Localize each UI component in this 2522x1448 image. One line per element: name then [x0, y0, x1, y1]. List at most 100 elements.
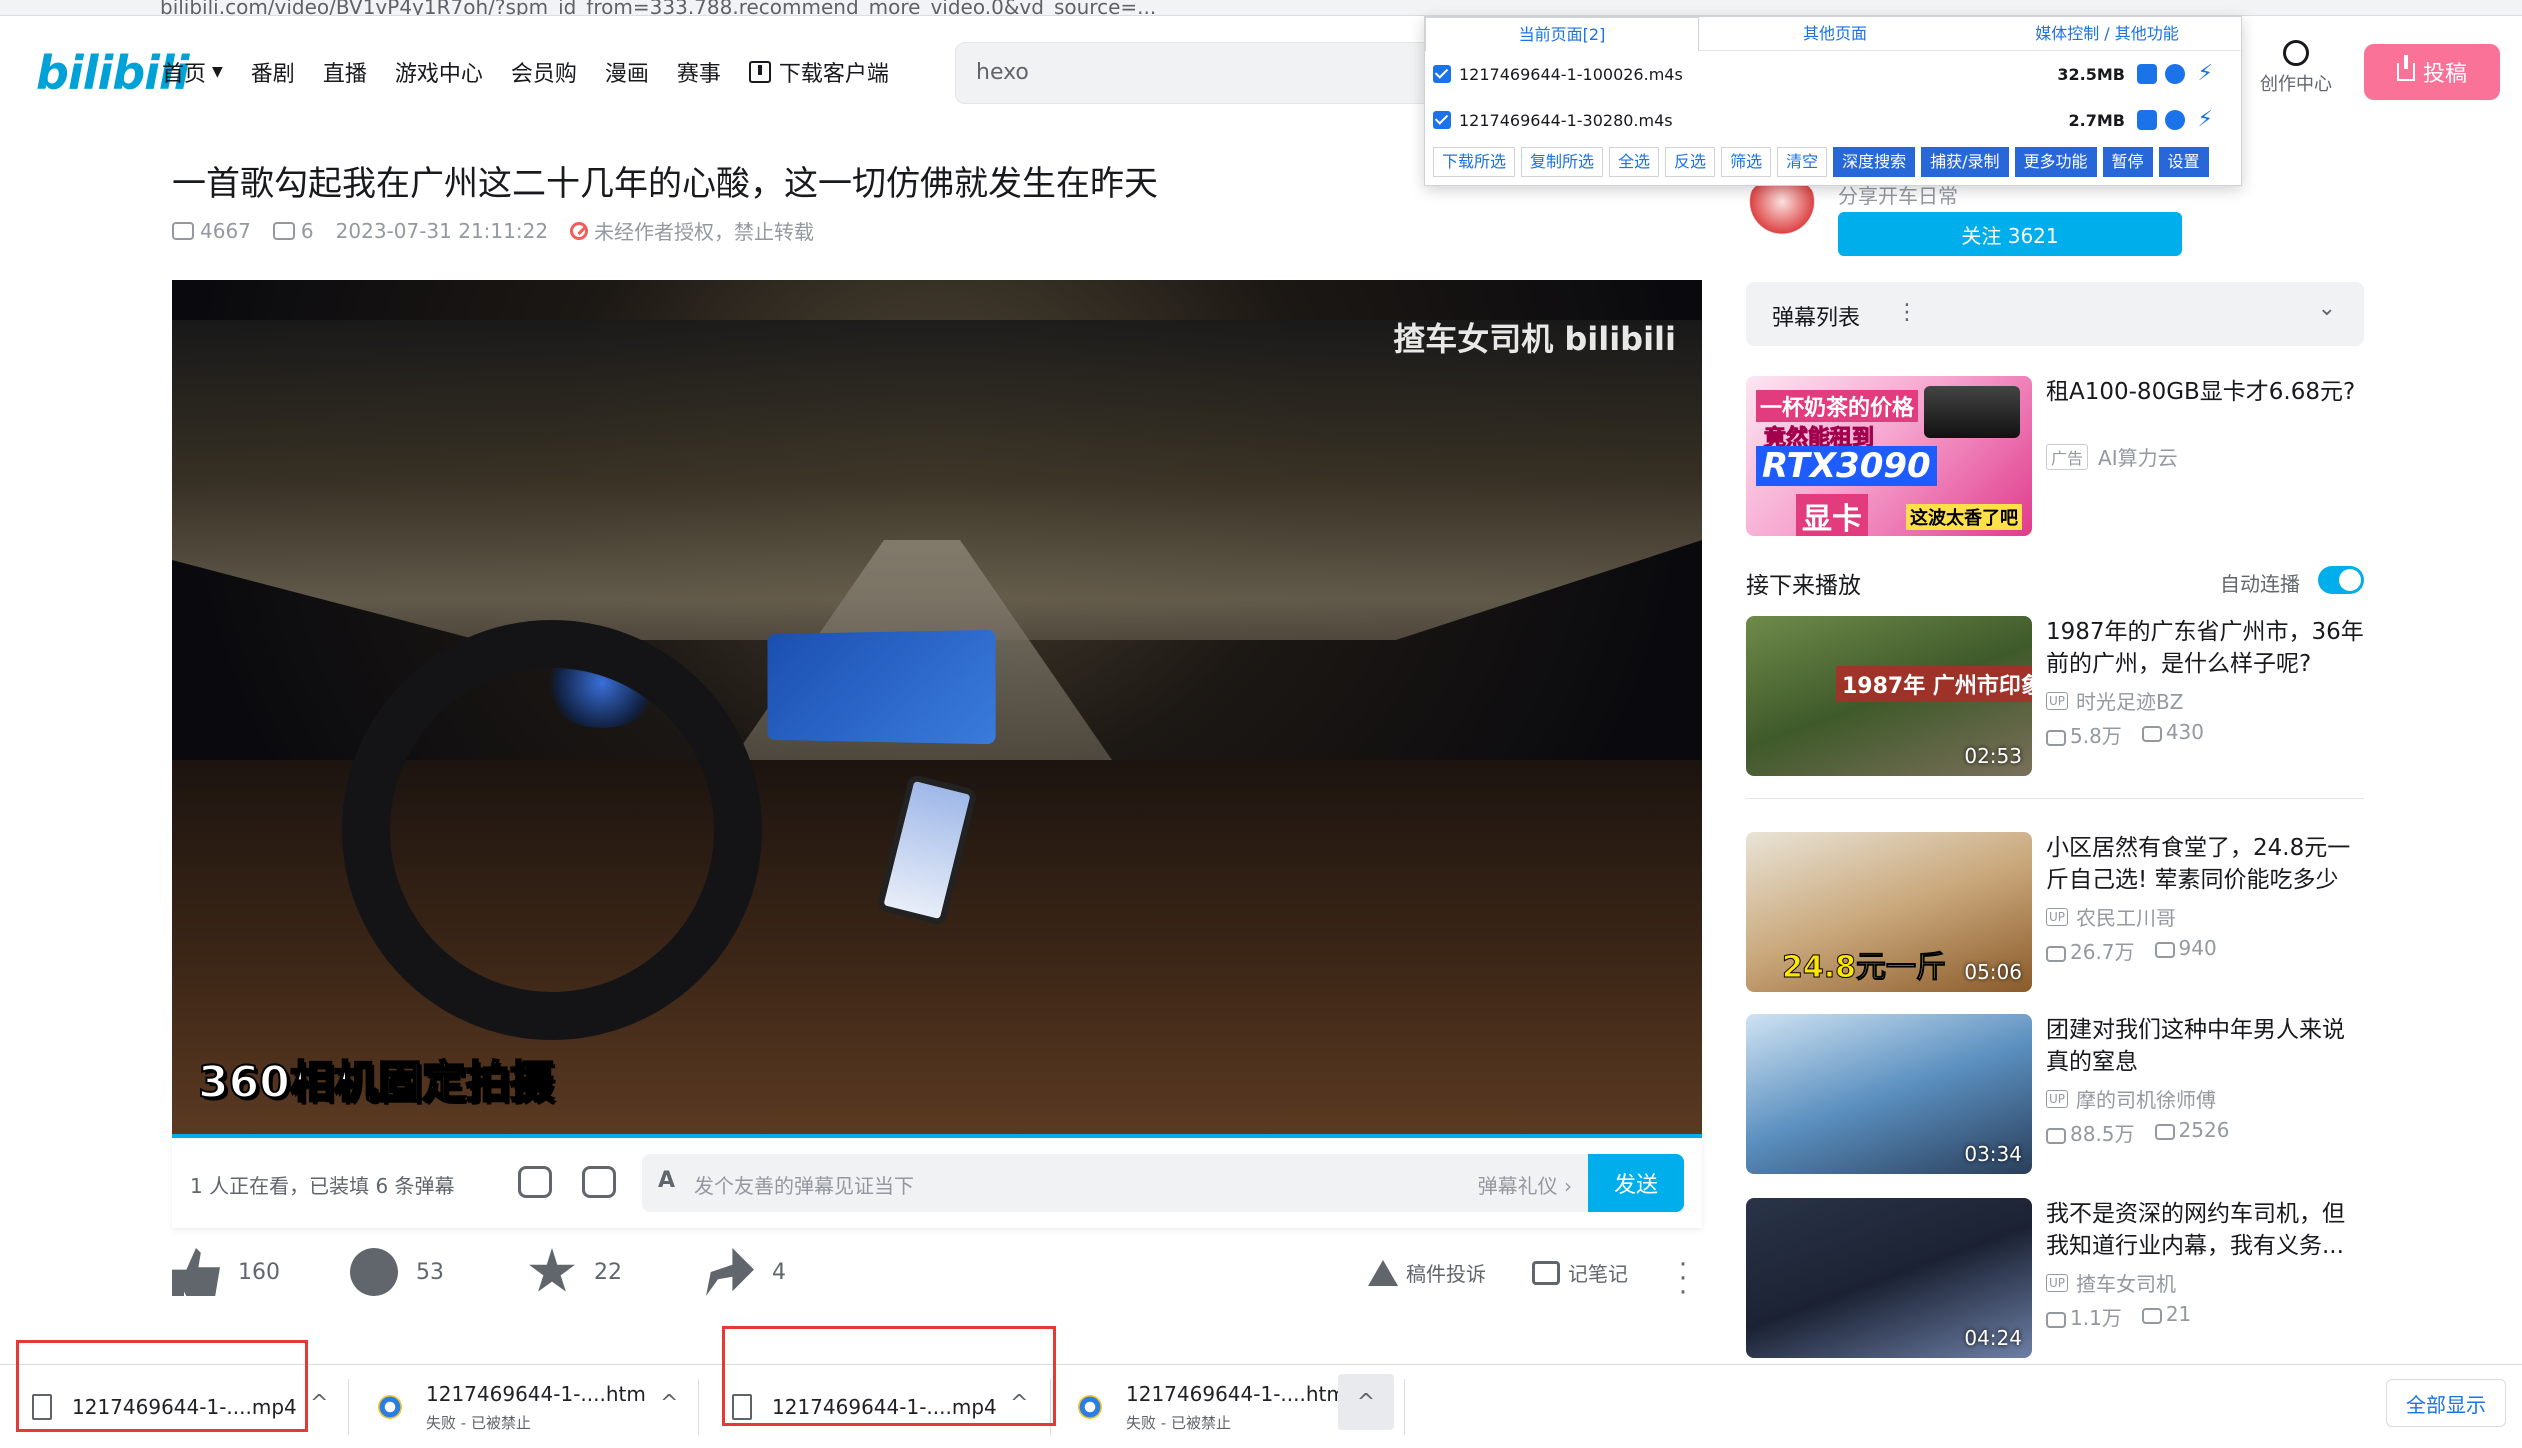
deep-search-button[interactable]: 深度搜索 — [1833, 147, 1916, 177]
copy-icon[interactable] — [2137, 110, 2157, 130]
autoplay-toggle[interactable] — [2318, 566, 2364, 594]
nav-manga[interactable]: 漫画 — [605, 56, 649, 88]
ad-title[interactable]: 租A100-80GB显卡才6.68元? — [2046, 376, 2364, 408]
chevron-up-icon[interactable]: ^ — [310, 1391, 328, 1416]
nav-game-center[interactable]: 游戏中心 — [395, 56, 483, 88]
upload-button[interactable]: 投稿 — [2364, 44, 2500, 100]
report-button[interactable]: 稿件投诉 — [1368, 1258, 1486, 1287]
video-thumbnail[interactable]: 04:24 — [1746, 1198, 2032, 1358]
like-button[interactable]: 160 — [172, 1248, 280, 1296]
ad-tag: 广告 — [2046, 443, 2089, 470]
download-shelf: 1217469644-1-....mp4 ^ 1217469644-1-....… — [0, 1364, 2522, 1448]
star-icon — [528, 1248, 576, 1292]
download-bolt-icon[interactable]: ⚡ — [2198, 109, 2213, 131]
nav-live[interactable]: 直播 — [323, 56, 367, 88]
download-status: 失败 - 已被禁止 — [1126, 1413, 1231, 1432]
show-all-downloads-button[interactable]: 全部显示 — [2386, 1379, 2506, 1427]
video-title[interactable]: 小区居然有食堂了，24.8元一斤自己选! 荤素同价能吃多少 — [2046, 832, 2364, 896]
danmaku-list-panel[interactable]: 弹幕列表 ⋮ ⌄ — [1746, 282, 2364, 346]
copy-icon[interactable] — [2137, 64, 2157, 84]
ad-source: AI算力云 — [2098, 446, 2178, 470]
video-title[interactable]: 我不是资深的网约车司机，但我知道行业内幕，我有义务... — [2046, 1198, 2364, 1262]
view-stat-value: 5.8万 — [2070, 724, 2122, 748]
danmaku-stat: 430 — [2141, 720, 2204, 749]
danmaku-toggle-icon[interactable] — [518, 1166, 552, 1198]
owner[interactable]: UP 农民工川哥 — [2046, 902, 2176, 931]
chevron-down-icon[interactable]: ⌄ — [2318, 296, 2336, 321]
chevron-up-icon[interactable]: ^ — [660, 1391, 678, 1416]
list-item[interactable]: 24.8元一斤 05:06 小区居然有食堂了，24.8元一斤自己选! 荤素同价能… — [1746, 832, 2364, 992]
owner[interactable]: UP 摩的司机徐师傅 — [2046, 1084, 2216, 1113]
coin-button[interactable]: 53 — [350, 1248, 444, 1296]
autoplay-label: 自动连播 — [2220, 572, 2300, 596]
tab-current-page[interactable]: 当前页面[2] — [1425, 17, 1699, 51]
nav-anime[interactable]: 番剧 — [251, 56, 295, 88]
more-features-button[interactable]: 更多功能 — [2014, 147, 2097, 177]
chevron-up-icon[interactable]: ^ — [1338, 1374, 1394, 1430]
filter-button[interactable]: 筛选 — [1721, 147, 1772, 177]
nav-mall[interactable]: 会员购 — [511, 56, 577, 88]
video-player[interactable]: 揸车女司机 bilibili 360相机固定拍摄 — [172, 280, 1702, 1138]
select-all-button[interactable]: 全选 — [1609, 147, 1660, 177]
font-style-icon[interactable]: A — [658, 1168, 675, 1193]
play-count-icon — [2046, 945, 2066, 962]
more-options-icon[interactable]: ⋮ — [1896, 300, 1918, 325]
video-thumbnail[interactable]: 1987年 广州市印象 02:53 — [1746, 616, 2032, 776]
play-count-icon — [2046, 729, 2066, 746]
list-item[interactable]: 1987年 广州市印象 02:53 1987年的广东省广州市，36年前的广州，是… — [1746, 616, 2364, 776]
play-icon[interactable] — [2165, 64, 2185, 84]
video-thumbnail[interactable]: 24.8元一斤 05:06 — [1746, 832, 2032, 992]
address-bar[interactable]: bilibili.com/video/BV1vP4y1R7oh/?spm_id_… — [160, 0, 1156, 15]
warning-icon — [1368, 1259, 1398, 1286]
send-danmaku-button[interactable]: 发送 — [1588, 1154, 1684, 1212]
tab-media-control[interactable]: 媒体控制 / 其他功能 — [1971, 17, 2243, 51]
video-thumbnail[interactable]: 03:34 — [1746, 1014, 2032, 1174]
settings-button[interactable]: 设置 — [2158, 147, 2209, 177]
invert-selection-button[interactable]: 反选 — [1665, 147, 1716, 177]
pause-button[interactable]: 暂停 — [2102, 147, 2153, 177]
file-size: 32.5MB — [2057, 64, 2125, 84]
danmaku-etiquette-link[interactable]: 弹幕礼仪 › — [1478, 1170, 1572, 1199]
copy-selected-button[interactable]: 复制所选 — [1521, 147, 1604, 177]
ie-file-icon — [1078, 1395, 1102, 1419]
danmaku-settings-icon[interactable] — [582, 1166, 616, 1198]
ad-thumb-text: 显卡 — [1796, 494, 1868, 536]
nav-home[interactable]: 首页 ▼ — [162, 56, 223, 88]
search-input[interactable]: hexo — [955, 42, 1435, 104]
more-options-icon[interactable]: · · · — [1678, 1252, 1688, 1306]
duration: 04:24 — [1964, 1326, 2022, 1350]
owner[interactable]: UP 时光足迹BZ — [2046, 686, 2183, 715]
share-button[interactable]: 4 — [706, 1248, 786, 1296]
play-icon[interactable] — [2165, 110, 2185, 130]
creator-center[interactable]: 创作中心 — [2256, 40, 2336, 96]
download-bolt-icon[interactable]: ⚡ — [2198, 63, 2213, 85]
download-item[interactable]: 1217469644-1-....htm 失败 - 已被禁止 — [1078, 1365, 1346, 1448]
download-selected-button[interactable]: 下载所选 — [1433, 147, 1516, 177]
video-title[interactable]: 团建对我们这种中年男人来说真的窒息 — [2046, 1014, 2364, 1078]
file-checkbox[interactable] — [1433, 65, 1451, 83]
danmaku-icon — [2141, 1307, 2162, 1324]
video-watermark: 揸车女司机 bilibili — [1393, 320, 1676, 358]
capture-record-button[interactable]: 捕获/录制 — [1921, 147, 2009, 177]
clear-button[interactable]: 清空 — [1777, 147, 1828, 177]
media-file-row[interactable]: 1217469644-1-30280.m4s 2.7MB ⚡ — [1433, 103, 2235, 137]
download-item[interactable]: 1217469644-1-....htm 失败 - 已被禁止 — [378, 1365, 646, 1448]
owner[interactable]: UP 揸车女司机 — [2046, 1268, 2176, 1297]
nav-esports[interactable]: 赛事 — [677, 56, 721, 88]
view-stat-value: 88.5万 — [2070, 1122, 2135, 1146]
ad-thumbnail[interactable]: 一杯奶茶的价格 竟然能租到 RTX3090 显卡 这波太香了吧 — [1746, 376, 2032, 536]
list-item[interactable]: 04:24 我不是资深的网约车司机，但我知道行业内幕，我有义务... UP 揸车女… — [1746, 1198, 2364, 1358]
video-title[interactable]: 1987年的广东省广州市，36年前的广州，是什么样子呢? — [2046, 616, 2364, 680]
follow-button[interactable]: 关注 3621 — [1838, 212, 2182, 256]
danmaku-input[interactable]: A 发个友善的弹幕见证当下 弹幕礼仪 › — [642, 1154, 1592, 1212]
file-checkbox[interactable] — [1433, 111, 1451, 129]
nav-download-client[interactable]: 下载客户端 — [748, 56, 889, 88]
up-tag: UP — [2046, 1089, 2069, 1108]
follow-label: 关注 3621 — [1961, 223, 2059, 248]
note-button[interactable]: 记笔记 — [1532, 1258, 1628, 1287]
list-item[interactable]: 03:34 团建对我们这种中年男人来说真的窒息 UP 摩的司机徐师傅 88.5万 2… — [1746, 1014, 2364, 1174]
stats: 26.7万 940 — [2046, 936, 2217, 965]
tab-other-pages[interactable]: 其他页面 — [1699, 17, 1971, 51]
media-file-row[interactable]: 1217469644-1-100026.m4s 32.5MB ⚡ — [1433, 57, 2235, 91]
favorite-button[interactable]: 22 — [528, 1248, 622, 1296]
